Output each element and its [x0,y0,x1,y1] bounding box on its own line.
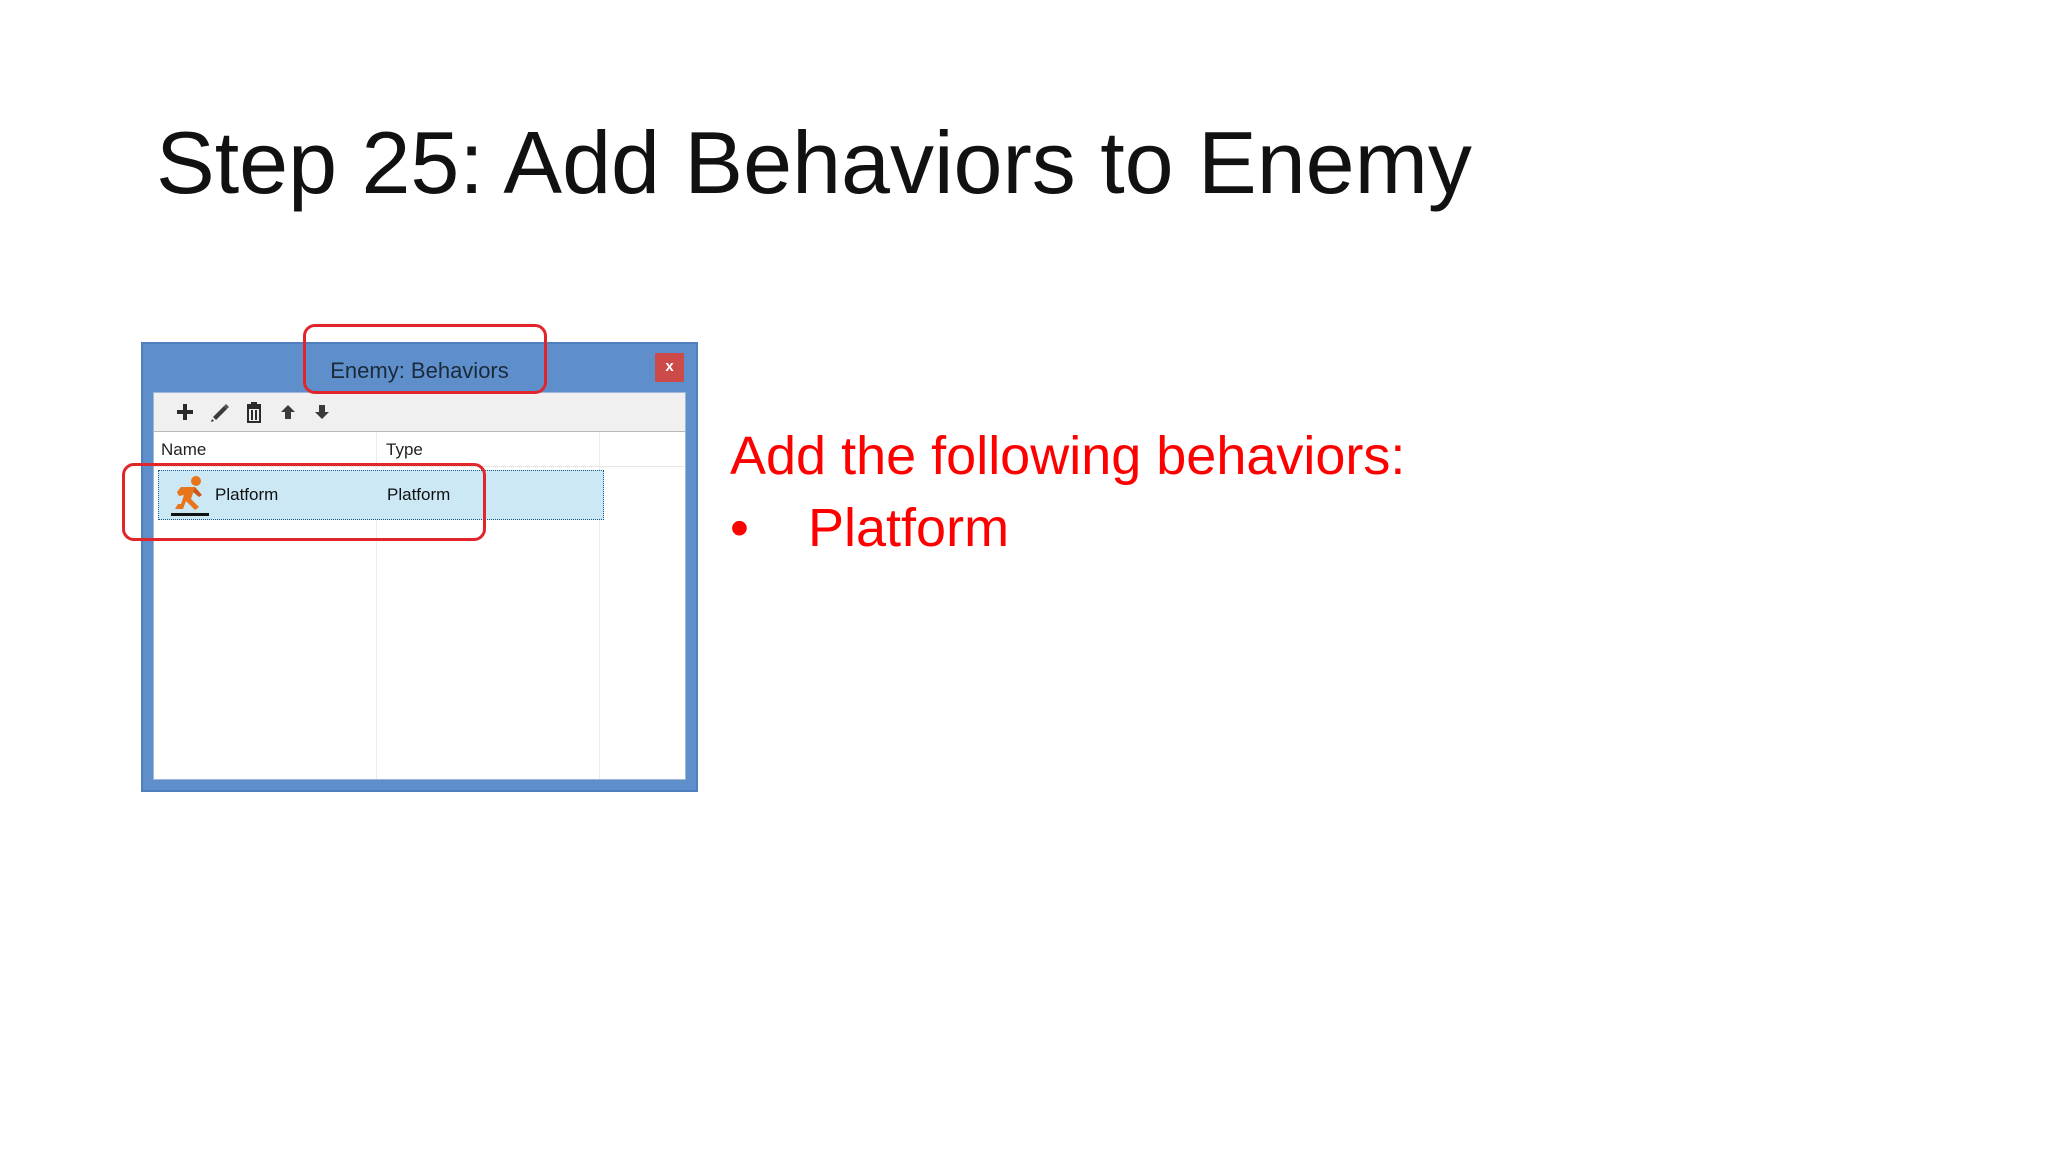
arrow-down-icon [315,405,329,419]
instruction-item-text: Platform [808,498,1010,558]
delete-behavior-button[interactable] [241,399,267,425]
instructions: Add the following behaviors: • Platform [730,420,1405,564]
pencil-icon [211,404,229,422]
dialog-client-area: Name Type Platform Platform [153,392,686,780]
move-up-button[interactable] [275,399,301,425]
move-down-button[interactable] [309,399,335,425]
title-highlight [303,324,547,394]
edit-behavior-button[interactable] [206,399,232,425]
slide-title: Step 25: Add Behaviors to Enemy [156,113,1472,212]
bullet-icon: • [730,498,749,558]
instruction-item: • Platform [730,492,1405,564]
trash-icon [247,402,261,423]
instructions-heading: Add the following behaviors: [730,426,1406,486]
list-header: Name Type [154,432,685,467]
arrow-up-icon [281,405,295,419]
behaviors-toolbar [154,393,685,432]
add-behavior-button[interactable] [172,399,198,425]
column-header-name[interactable]: Name [161,440,206,460]
row-highlight [122,463,486,541]
close-button[interactable]: x [655,353,684,382]
behaviors-dialog: Enemy: Behaviors x Name Type Platform Pl… [141,342,698,792]
plus-icon [177,404,193,420]
column-header-type[interactable]: Type [386,440,423,460]
